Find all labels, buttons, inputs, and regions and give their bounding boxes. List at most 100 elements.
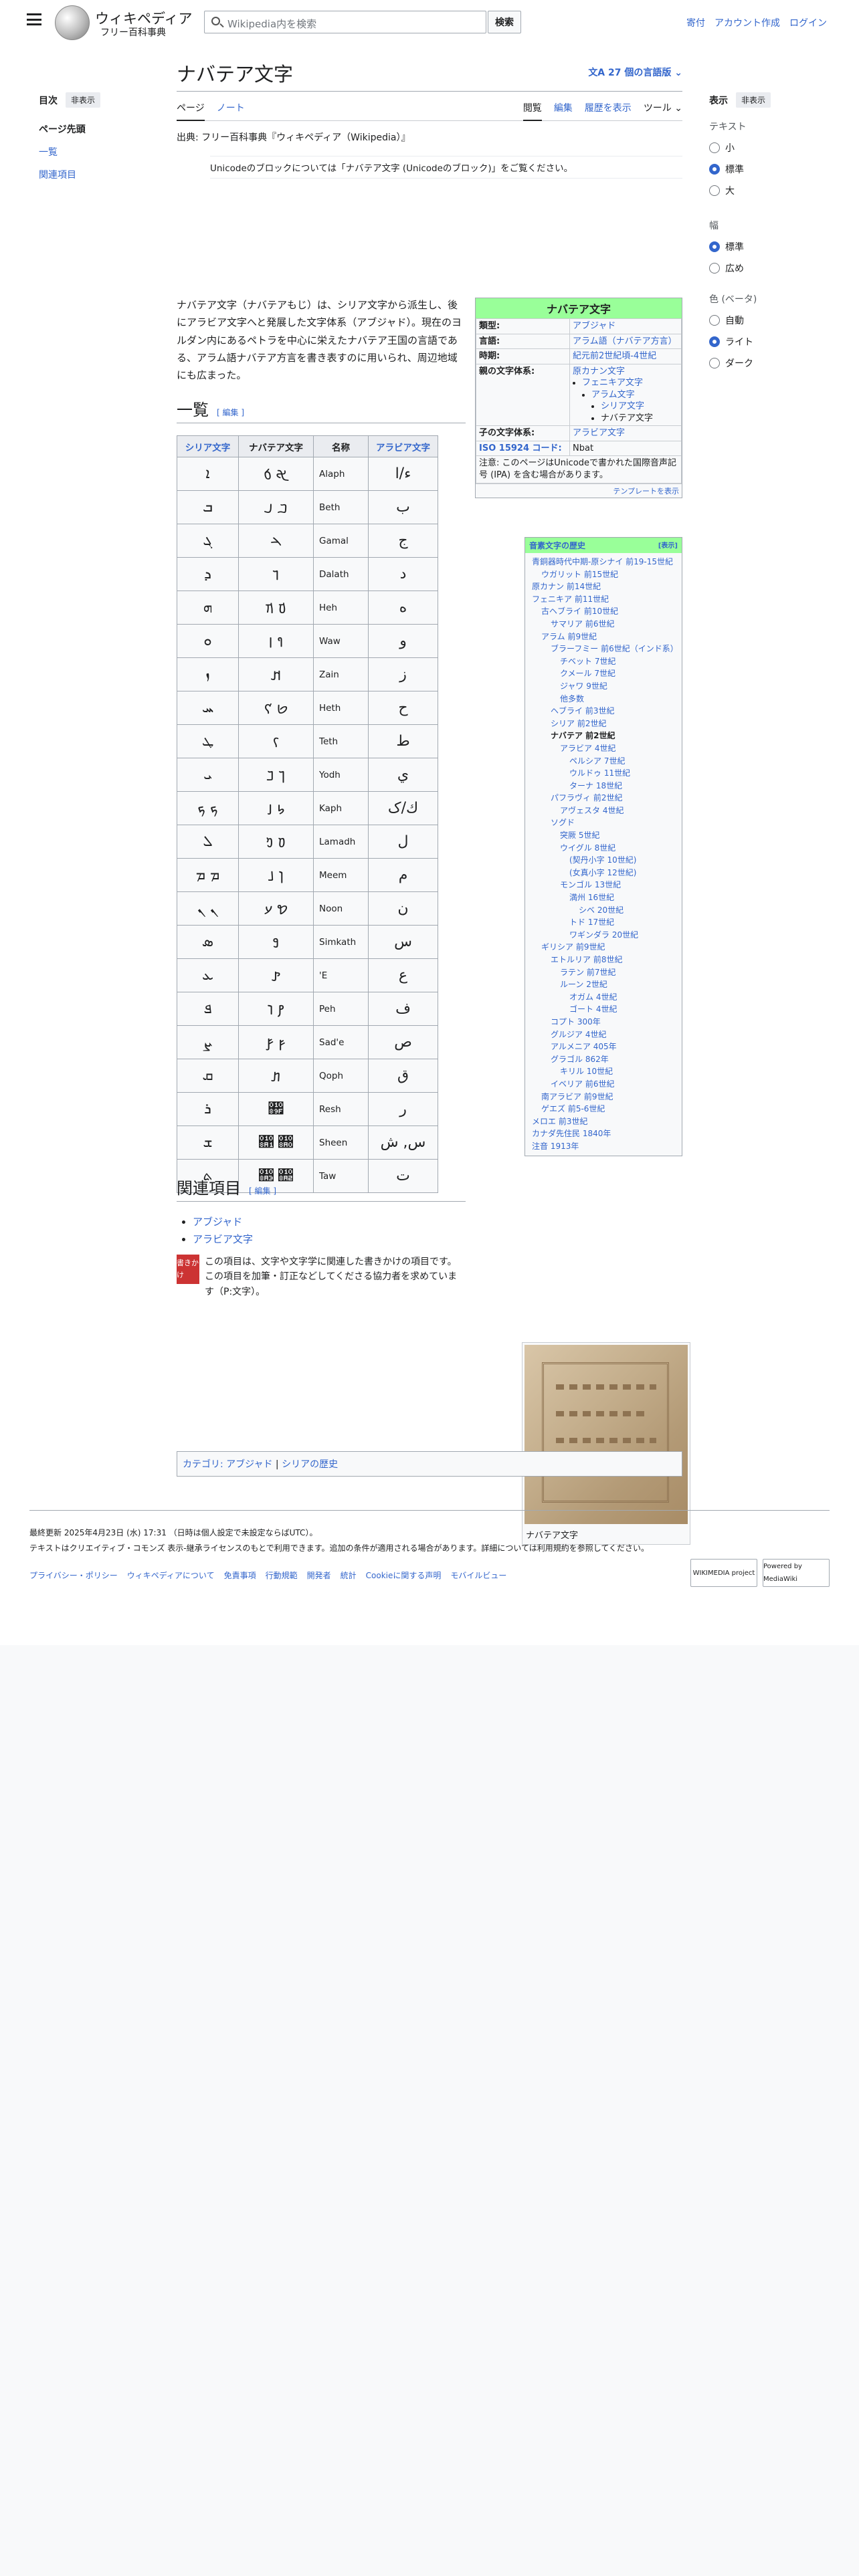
radio-icon[interactable] [709,315,720,326]
donate-link[interactable]: 寄付 [686,16,705,29]
navbox-item[interactable]: クメール 7世紀 [532,667,678,680]
navbox-item[interactable]: ジャワ 9世紀 [532,680,678,693]
navbox-item[interactable]: ナバテア 前2世紀 [532,730,678,742]
navbox-item[interactable]: アラム 前9世紀 [532,631,678,643]
edit-section-link[interactable]: 編集 [223,408,239,417]
footer-link[interactable]: Cookieに関する声明 [366,1568,442,1584]
wikimedia-badge[interactable]: WIKIMEDIA project [690,1559,757,1587]
category-link[interactable]: アブジャド [226,1459,272,1470]
navbox-item[interactable]: シリア 前2世紀 [532,718,678,730]
login-link[interactable]: ログイン [789,16,827,29]
navbox-item[interactable]: アルメニア 405年 [532,1041,678,1053]
option-dark[interactable]: ダーク [709,356,830,370]
search-input[interactable]: Wikipedia内を検索 [204,11,486,33]
navbox-item[interactable]: アラビア 4世紀 [532,742,678,755]
navbox-item[interactable]: メロエ 前3世紀 [532,1115,678,1128]
radio-icon[interactable] [709,241,720,252]
option-small[interactable]: 小 [709,141,830,154]
navbox-item[interactable]: ウガリット 前15世紀 [532,568,678,581]
navbox-item[interactable]: 古ヘブライ 前10世紀 [532,605,678,618]
option-width-wide[interactable]: 広め [709,261,830,275]
navbox-item[interactable]: (女真小字 12世紀) [532,867,678,879]
footer-link[interactable]: ウィキペディアについて [127,1568,215,1584]
radio-icon[interactable] [709,263,720,274]
navbox-item[interactable]: 青銅器時代中期-原シナイ 前19-15世紀 [532,556,678,568]
navbox-item[interactable]: チベット 7世紀 [532,655,678,668]
navbox-item[interactable]: イベリア 前6世紀 [532,1078,678,1091]
navbox-title[interactable]: 音素文字の歴史 [529,541,585,550]
navbox-item[interactable]: パフラヴィ 前2世紀 [532,792,678,804]
tab-page[interactable]: ページ [177,101,205,121]
navbox-item[interactable]: 突厥 5世紀 [532,829,678,842]
navbox-item[interactable]: コプト 300年 [532,1016,678,1029]
navbox-item[interactable]: オガム 4世紀 [532,991,678,1004]
navbox-item[interactable]: 注音 1913年 [532,1140,678,1153]
tab-tools[interactable]: ツール ⌄ [644,101,682,120]
navbox-item[interactable]: カナダ先住民 1840年 [532,1128,678,1140]
show-template-link[interactable]: テンプレートを表示 [476,483,682,498]
inscription-image[interactable] [524,1345,688,1524]
option-light[interactable]: ライト [709,335,830,348]
navbox-item[interactable]: トド 17世紀 [532,916,678,929]
navbox-item[interactable]: グルジア 4世紀 [532,1029,678,1041]
footer-link[interactable]: 開発者 [307,1568,331,1584]
navbox-item[interactable]: ワギンダラ 20世紀 [532,929,678,942]
navbox-item[interactable]: エトルリア 前8世紀 [532,954,678,966]
tab-read[interactable]: 閲覧 [522,101,542,121]
option-width-standard[interactable]: 標準 [709,240,830,253]
infobox-value[interactable]: アラム語（ナバテア方言） [573,336,677,346]
navbox-item[interactable]: ウイグル 8世紀 [532,842,678,855]
infobox-value[interactable]: 原カナン文字 [573,366,625,377]
tab-history[interactable]: 履歴を表示 [585,101,632,120]
search-button[interactable]: 検索 [488,11,521,33]
related-link[interactable]: アブジャド [193,1216,242,1228]
navbox-toggle[interactable]: [表示] [658,540,678,550]
navbox-item[interactable]: シベ 20世紀 [532,904,678,917]
navbox-item[interactable]: ターナ 18世紀 [532,780,678,792]
navbox-item[interactable]: 南アラビア 前9世紀 [532,1091,678,1103]
navbox-item[interactable]: サマリア 前6世紀 [532,618,678,631]
navbox-item[interactable]: ヘブライ 前3世紀 [532,705,678,718]
infobox-parent[interactable]: アラム文字 [591,390,635,400]
option-large[interactable]: 大 [709,184,830,197]
category-link[interactable]: シリアの歴史 [282,1459,338,1470]
radio-icon[interactable] [709,185,720,196]
navbox-item[interactable]: グラゴル 862年 [532,1053,678,1066]
option-standard[interactable]: 標準 [709,163,830,176]
infobox-value[interactable]: アラビア文字 [573,428,625,438]
radio-icon[interactable] [709,164,720,175]
navbox-item[interactable]: 他多数 [532,693,678,706]
footer-link[interactable]: モバイルビュー [450,1568,506,1584]
infobox-value[interactable]: アブジャド [573,321,615,331]
infobox-value[interactable]: 紀元前2世紀頃-4世紀 [573,351,656,361]
navbox-item[interactable]: ギリシア 前9世紀 [532,941,678,954]
navbox-item[interactable]: アヴェスタ 4世紀 [532,804,678,817]
navbox-item[interactable]: ブラーフミー 前6世紀（インド系） [532,643,678,655]
infobox-parent[interactable]: フェニキア文字 [582,378,643,388]
navbox-item[interactable]: ゲエズ 前5-6世紀 [532,1103,678,1115]
toc-hide-button[interactable]: 非表示 [66,92,101,108]
toc-item-top[interactable]: ページ先頭 [39,122,159,136]
appearance-hide-button[interactable]: 非表示 [736,92,771,108]
navbox-item[interactable]: 満州 16世紀 [532,891,678,904]
create-account-link[interactable]: アカウント作成 [714,16,780,29]
menu-icon[interactable] [27,13,41,25]
edit-section-link[interactable]: 編集 [255,1186,271,1196]
navbox-item[interactable]: ウルドゥ 11世紀 [532,767,678,780]
footer-link[interactable]: 行動規範 [266,1568,298,1584]
wikipedia-logo-icon[interactable] [55,5,90,40]
navbox-item[interactable]: ルーン 2世紀 [532,978,678,991]
navbox-item[interactable]: キリル 10世紀 [532,1065,678,1078]
categories-label[interactable]: カテゴリ: [183,1459,223,1470]
option-auto[interactable]: 自動 [709,314,830,327]
radio-icon[interactable] [709,358,720,368]
navbox-item[interactable]: モンゴル 13世紀 [532,879,678,891]
table-header[interactable]: アラビア文字 [368,435,438,457]
mediawiki-badge[interactable]: Powered by MediaWiki [763,1559,830,1587]
infobox-parent[interactable]: シリア文字 [601,401,644,411]
footer-link[interactable]: プライバシー・ポリシー [29,1568,118,1584]
navbox-item[interactable]: ペルシア 7世紀 [532,755,678,768]
toc-item-list[interactable]: 一覧 [39,147,58,158]
toc-item-related[interactable]: 関連項目 [39,170,76,181]
navbox-item[interactable]: (契丹小字 10世紀) [532,854,678,867]
